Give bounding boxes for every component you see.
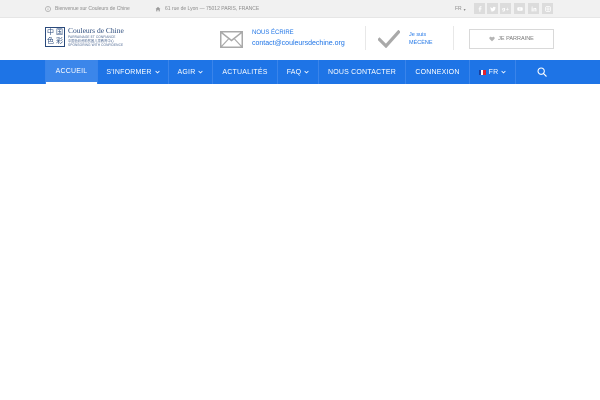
nav-item-nous-contacter[interactable]: NOUS CONTACTER bbox=[319, 60, 405, 84]
language-label: FR bbox=[455, 6, 462, 12]
mecene-link[interactable]: Je suis MÉCÈNE bbox=[378, 26, 433, 52]
nav-item-accueil[interactable]: ACCUEIL bbox=[46, 60, 97, 84]
svg-text:g+: g+ bbox=[502, 6, 509, 11]
google-plus-link[interactable]: g+ bbox=[500, 3, 511, 14]
nav-item-connexion[interactable]: CONNEXION bbox=[406, 60, 469, 84]
logo-char: 色 bbox=[47, 38, 54, 45]
nav-item-label: ACCUEIL bbox=[55, 67, 88, 75]
envelope-icon bbox=[220, 30, 243, 48]
nav-item-label: S'INFORMER bbox=[106, 68, 152, 76]
address-text: 61 rue de Lyon — 75012 PARIS, FRANCE bbox=[165, 6, 260, 12]
chevron-down-icon bbox=[304, 70, 309, 74]
page-content bbox=[0, 84, 600, 400]
logo-char: 彩 bbox=[56, 38, 63, 45]
logo-char: 中 bbox=[47, 29, 54, 36]
site-logo[interactable]: 中 国 色 彩 Couleurs de Chine PARRAINAGE ET … bbox=[45, 27, 124, 49]
instagram-icon bbox=[544, 5, 551, 12]
google-plus-icon: g+ bbox=[502, 6, 509, 11]
nav-item-language[interactable]: FR bbox=[470, 60, 515, 84]
top-bar: Bienvenue sur Couleurs de Chine 61 rue d… bbox=[0, 0, 600, 18]
contact-email-link[interactable]: contact@couleursdechine.org bbox=[252, 38, 345, 49]
nav-divider bbox=[515, 60, 516, 84]
home-icon bbox=[155, 6, 161, 12]
checkmark-icon bbox=[378, 30, 400, 48]
logo-title: Couleurs de Chine bbox=[68, 26, 124, 35]
contact-label: NOUS ÉCRIRE bbox=[252, 30, 294, 36]
mecene-line-2: MÉCÈNE bbox=[409, 40, 433, 46]
nav-item-label: ACTUALITÉS bbox=[222, 68, 268, 76]
mecene-line-1: Je suis bbox=[409, 32, 427, 38]
site-header: 中 国 色 彩 Couleurs de Chine PARRAINAGE ET … bbox=[0, 18, 600, 60]
info-circle-icon bbox=[45, 6, 51, 12]
heart-icon bbox=[489, 36, 495, 42]
chevron-down-icon bbox=[501, 70, 506, 74]
twitter-link[interactable] bbox=[487, 3, 498, 14]
welcome-message: Bienvenue sur Couleurs de Chine bbox=[45, 0, 130, 18]
je-parraine-button[interactable]: JE PARRAINE bbox=[469, 29, 554, 49]
main-navigation: ACCUEIL S'INFORMER AGIR ACTUALITÉS FAQ N… bbox=[0, 60, 600, 84]
facebook-icon bbox=[478, 5, 481, 12]
welcome-text: Bienvenue sur Couleurs de Chine bbox=[55, 6, 130, 12]
instagram-link[interactable] bbox=[542, 3, 553, 14]
nav-item-label: AGIR bbox=[177, 68, 196, 76]
je-parraine-label: JE PARRAINE bbox=[498, 36, 534, 42]
linkedin-icon bbox=[531, 5, 536, 11]
logo-wordmark: Couleurs de Chine PARRAINAGE ET CONFIANC… bbox=[68, 26, 124, 48]
search-button[interactable] bbox=[530, 60, 554, 84]
nav-item-sinformer[interactable]: S'INFORMER bbox=[98, 60, 168, 84]
linkedin-link[interactable] bbox=[528, 3, 539, 14]
header-divider bbox=[453, 26, 454, 50]
address: 61 rue de Lyon — 75012 PARIS, FRANCE bbox=[155, 0, 259, 18]
chevron-down-icon: ▾ bbox=[463, 6, 466, 12]
youtube-icon bbox=[516, 6, 523, 11]
french-flag-icon bbox=[478, 69, 486, 75]
logo-emblem: 中 国 色 彩 bbox=[45, 27, 65, 47]
nav-item-label: FR bbox=[488, 68, 499, 76]
language-switcher[interactable]: FR ▾ bbox=[455, 0, 466, 18]
youtube-link[interactable] bbox=[514, 3, 525, 14]
nav-item-label: NOUS CONTACTER bbox=[327, 68, 396, 76]
nav-item-faq[interactable]: FAQ bbox=[278, 60, 318, 84]
logo-tagline-3: SPONSORING WITH CONFIDENCE bbox=[68, 43, 124, 47]
chevron-down-icon bbox=[155, 70, 160, 74]
contact-email-block[interactable]: NOUS ÉCRIRE contact@couleursdechine.org bbox=[220, 28, 345, 50]
header-divider bbox=[365, 26, 366, 50]
search-icon bbox=[537, 67, 547, 77]
twitter-icon bbox=[489, 6, 496, 11]
nav-item-label: FAQ bbox=[286, 68, 302, 76]
facebook-link[interactable] bbox=[474, 3, 485, 14]
chevron-down-icon bbox=[198, 70, 204, 74]
nav-item-label: CONNEXION bbox=[415, 68, 460, 76]
logo-char: 国 bbox=[56, 29, 63, 36]
nav-item-agir[interactable]: AGIR bbox=[169, 60, 212, 84]
nav-item-actualites[interactable]: ACTUALITÉS bbox=[213, 60, 277, 84]
